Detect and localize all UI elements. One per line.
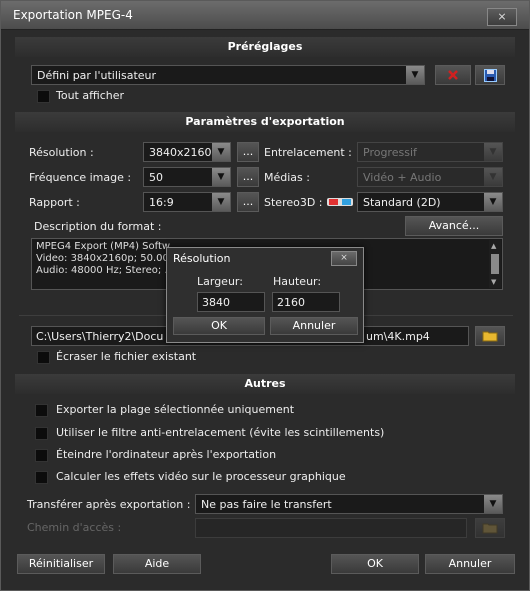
framerate-more-button[interactable]: ... — [237, 167, 259, 187]
dialog-cancel-button[interactable]: Annuler — [270, 317, 358, 335]
folder-icon — [482, 523, 498, 534]
preset-dropdown[interactable]: Défini par l'utilisateur ▼ — [31, 65, 425, 85]
overwrite-checkbox[interactable] — [37, 351, 50, 364]
height-input[interactable]: 2160 — [272, 292, 340, 312]
cancel-button[interactable]: Annuler — [425, 554, 515, 574]
chevron-down-icon: ▼ — [484, 168, 502, 186]
option-checkbox-shutdown[interactable] — [35, 449, 48, 462]
stereo-glasses-icon — [327, 198, 353, 206]
ok-button[interactable]: OK — [331, 554, 419, 574]
browse-access-button[interactable] — [475, 518, 505, 538]
option-checkbox-deinterlace[interactable] — [35, 427, 48, 440]
chevron-down-icon: ▼ — [406, 66, 424, 84]
window-title: Exportation MPEG-4 — [13, 8, 133, 22]
ratio-more-button[interactable]: ... — [237, 192, 259, 212]
params-header: Paramètres d'exportation — [15, 112, 515, 132]
save-icon — [483, 69, 497, 82]
others-header: Autres — [15, 374, 515, 394]
scroll-down-icon[interactable]: ▼ — [491, 278, 496, 286]
stereo-label: Stereo3D : — [264, 196, 323, 209]
ratio-label: Rapport : — [29, 196, 80, 209]
resolution-dropdown[interactable]: 3840x2160 ▼ — [143, 142, 231, 162]
transfer-dropdown[interactable]: Ne pas faire le transfert ▼ — [195, 494, 503, 514]
folder-icon — [482, 331, 498, 342]
preset-value: Défini par l'utilisateur — [37, 69, 157, 82]
dialog-ok-button[interactable]: OK — [173, 317, 265, 335]
media-label: Médias : — [264, 171, 310, 184]
width-input[interactable]: 3840 — [197, 292, 265, 312]
transfer-label: Transférer après exportation : — [27, 498, 191, 511]
stereo-value: Standard (2D) — [363, 196, 441, 209]
close-icon: ⨯ — [340, 253, 348, 263]
show-all-label: Tout afficher — [56, 89, 125, 102]
scroll-up-icon[interactable]: ▲ — [491, 242, 496, 250]
ratio-dropdown[interactable]: 16:9 ▼ — [143, 192, 231, 212]
option-checkbox-gpu[interactable] — [35, 471, 48, 484]
delete-preset-button[interactable] — [435, 65, 471, 85]
reset-button[interactable]: Réinitialiser — [17, 554, 105, 574]
resolution-more-button[interactable]: ... — [237, 142, 259, 162]
framerate-dropdown[interactable]: 50 ▼ — [143, 167, 231, 187]
ratio-value: 16:9 — [149, 196, 174, 209]
scroll-thumb[interactable] — [491, 254, 499, 274]
interlace-value: Progressif — [363, 146, 417, 159]
interlace-label: Entrelacement : — [264, 146, 352, 159]
window-close-button[interactable]: ⨯ — [487, 8, 517, 26]
height-label: Hauteur: — [273, 275, 322, 288]
chevron-down-icon: ▼ — [484, 143, 502, 161]
resolution-label: Résolution : — [29, 146, 94, 159]
dialog-close-button[interactable]: ⨯ — [331, 251, 357, 266]
resolution-value: 3840x2160 — [149, 146, 212, 159]
chevron-down-icon: ▼ — [212, 193, 230, 211]
chevron-down-icon: ▼ — [484, 495, 502, 513]
advanced-button[interactable]: Avancé... — [405, 216, 503, 236]
framerate-label: Fréquence image : — [29, 171, 132, 184]
overwrite-label: Écraser le fichier existant — [56, 350, 197, 363]
desc-label: Description du format : — [34, 220, 162, 233]
browse-output-button[interactable] — [475, 326, 505, 346]
option-label-deinterlace: Utiliser le filtre anti-entrelacement (é… — [56, 426, 385, 439]
option-label-gpu: Calculer les effets vidéo sur le process… — [56, 470, 346, 483]
option-label-shutdown: Éteindre l'ordinateur après l'exportatio… — [56, 448, 277, 461]
transfer-value: Ne pas faire le transfert — [201, 498, 332, 511]
media-dropdown[interactable]: Vidéo + Audio ▼ — [357, 167, 503, 187]
show-all-checkbox[interactable] — [37, 90, 50, 103]
access-path-field[interactable] — [195, 518, 467, 538]
stereo-dropdown[interactable]: Standard (2D) ▼ — [357, 192, 503, 212]
dialog-title: Résolution — [173, 252, 231, 265]
chevron-down-icon: ▼ — [484, 193, 502, 211]
desc-scrollbar[interactable]: ▲ ▼ — [489, 240, 501, 288]
help-button[interactable]: Aide — [113, 554, 201, 574]
output-path-end: um\4K.mp4 — [366, 330, 430, 343]
resolution-dialog: Résolution ⨯ Largeur: Hauteur: 3840 2160… — [166, 247, 364, 343]
chevron-down-icon: ▼ — [212, 143, 230, 161]
width-label: Largeur: — [197, 275, 243, 288]
delete-icon — [448, 70, 458, 80]
output-path-start: C:\Users\Thierry2\Docu — [36, 330, 164, 343]
chevron-down-icon: ▼ — [212, 168, 230, 186]
save-preset-button[interactable] — [475, 65, 505, 85]
option-checkbox-range[interactable] — [35, 404, 48, 417]
framerate-value: 50 — [149, 171, 163, 184]
interlace-dropdown[interactable]: Progressif ▼ — [357, 142, 503, 162]
close-icon: ⨯ — [497, 10, 507, 23]
media-value: Vidéo + Audio — [363, 171, 442, 184]
title-bar: Exportation MPEG-4 ⨯ — [1, 1, 529, 30]
option-label-range: Exporter la plage sélectionnée uniquemen… — [56, 403, 295, 416]
access-path-label: Chemin d'accès : — [27, 521, 122, 534]
presets-header: Préréglages — [15, 37, 515, 57]
